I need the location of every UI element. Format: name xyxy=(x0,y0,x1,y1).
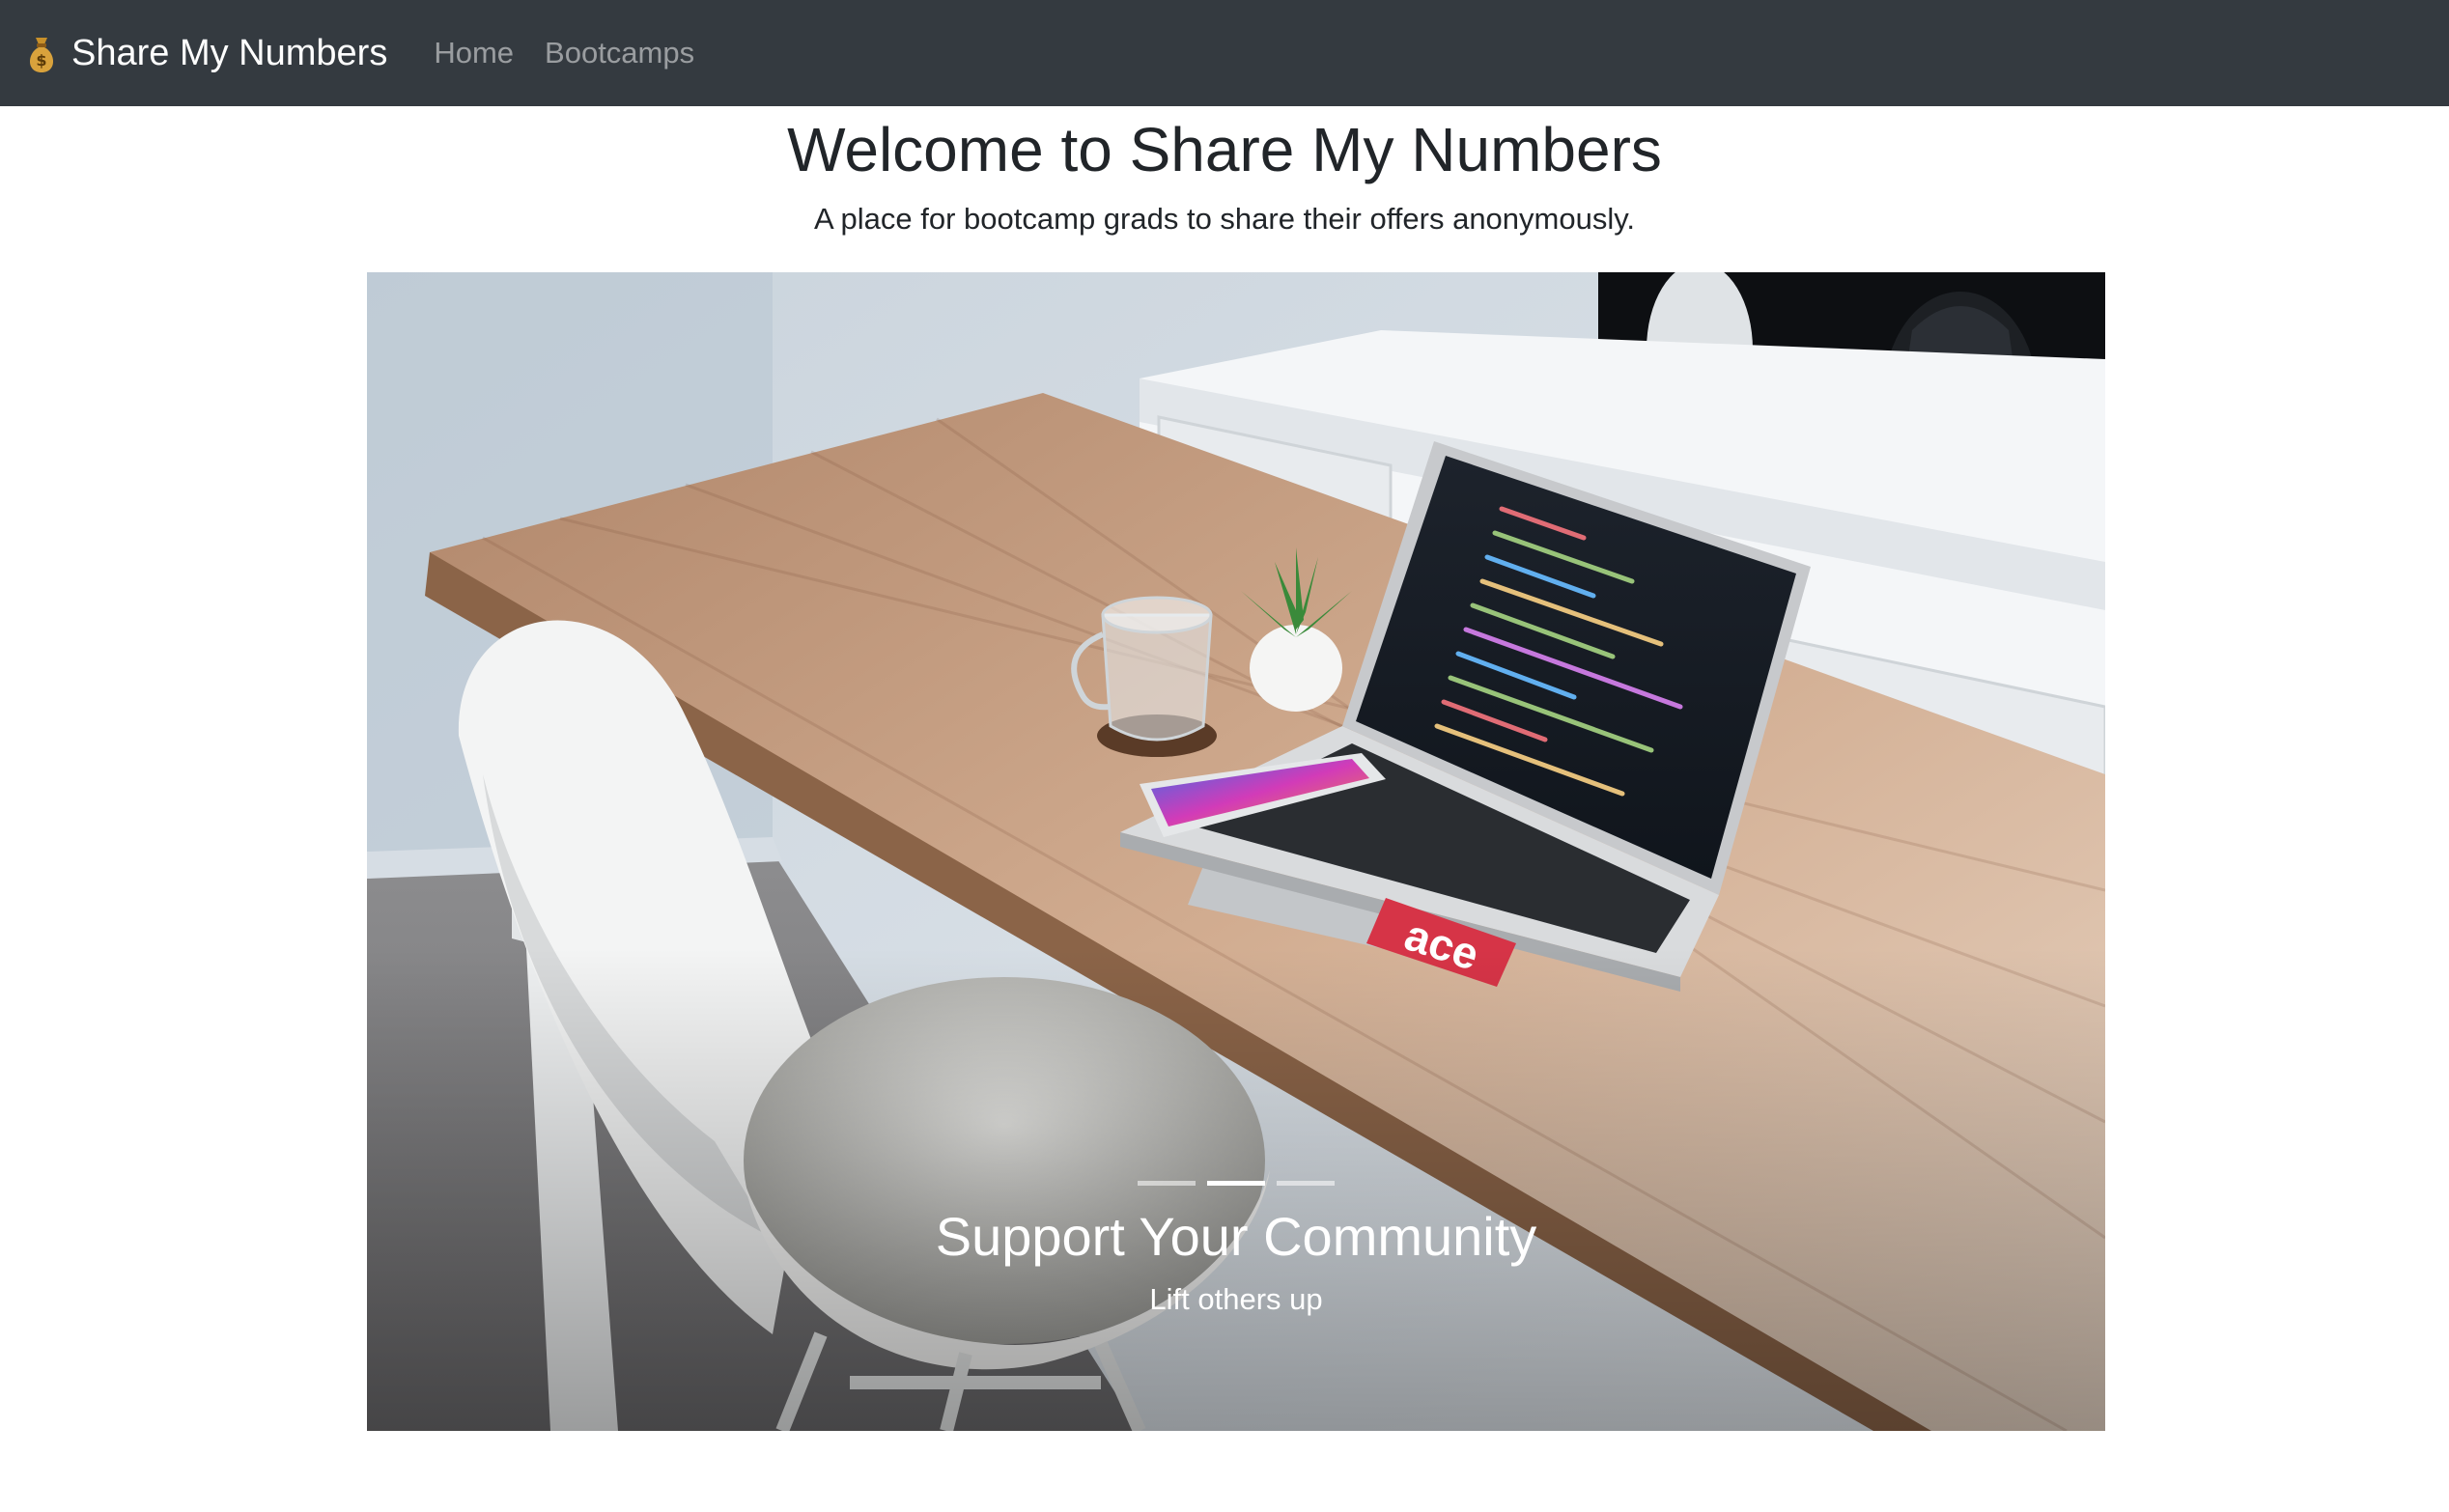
svg-text:$: $ xyxy=(36,51,46,70)
hero-carousel[interactable]: ace Support Your Community Lift others u… xyxy=(367,272,2105,1431)
nav-link-bootcamps[interactable]: Bootcamps xyxy=(545,36,694,70)
nav-link-home[interactable]: Home xyxy=(434,36,514,70)
page-title: Welcome to Share My Numbers xyxy=(787,115,1662,184)
carousel-caption: Support Your Community Lift others up xyxy=(367,1199,2105,1321)
carousel-indicator-3[interactable] xyxy=(1277,1181,1335,1186)
carousel-indicators xyxy=(367,1181,2105,1186)
navbar: $ Share My Numbers Home Bootcamps xyxy=(0,0,2449,106)
carousel-indicator-2[interactable] xyxy=(1207,1181,1265,1186)
brand-label: Share My Numbers xyxy=(71,32,388,73)
caption-subtitle: Lift others up xyxy=(1149,1282,1323,1316)
brand-link[interactable]: $ Share My Numbers xyxy=(25,32,387,74)
nav-links: Home Bootcamps xyxy=(434,36,725,70)
caption-title: Support Your Community xyxy=(935,1206,1537,1267)
carousel-indicator-1[interactable] xyxy=(1138,1181,1196,1186)
page-subtitle: A place for bootcamp grads to share thei… xyxy=(813,202,1636,236)
money-bag-icon: $ xyxy=(29,38,54,72)
